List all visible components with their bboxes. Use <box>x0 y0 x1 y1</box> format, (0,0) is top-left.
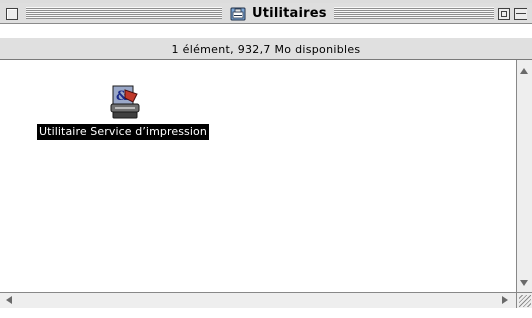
title-bar-stripes-right <box>334 7 494 19</box>
item-count-disk-space: 1 élément, 932,7 Mo disponibles <box>171 43 361 56</box>
folder-printer-icon <box>230 7 246 20</box>
horizontal-scrollbar[interactable] <box>0 292 516 308</box>
file-item-label[interactable]: Utilitaire Service d’impression <box>37 124 209 140</box>
window-title: Utilitaires <box>252 6 327 21</box>
resize-grip-icon <box>519 295 531 307</box>
title-bar-stripes <box>26 7 222 19</box>
scroll-up-arrow-icon[interactable] <box>520 68 528 74</box>
folder-content-area[interactable]: & Utilitaire Service d’impression <box>1 60 516 292</box>
window-bottom-edge <box>0 308 532 318</box>
scroll-left-arrow-icon[interactable] <box>6 296 12 304</box>
close-box-button[interactable] <box>6 8 18 20</box>
vertical-scrollbar[interactable] <box>516 60 532 292</box>
print-service-icon: & <box>110 85 140 119</box>
window-info-bar: 1 élément, 932,7 Mo disponibles <box>0 37 532 60</box>
scroll-down-arrow-icon[interactable] <box>520 280 528 286</box>
zoom-box-button[interactable] <box>498 8 510 20</box>
file-item-print-service-utility[interactable]: & Utilitaire Service d’impression <box>37 84 249 144</box>
collapse-box-button[interactable] <box>514 8 527 20</box>
scroll-right-arrow-icon[interactable] <box>502 296 508 304</box>
resize-grip[interactable] <box>516 292 532 309</box>
window-title-group: Utilitaires <box>224 5 333 22</box>
title-bar[interactable]: Utilitaires <box>0 3 532 24</box>
